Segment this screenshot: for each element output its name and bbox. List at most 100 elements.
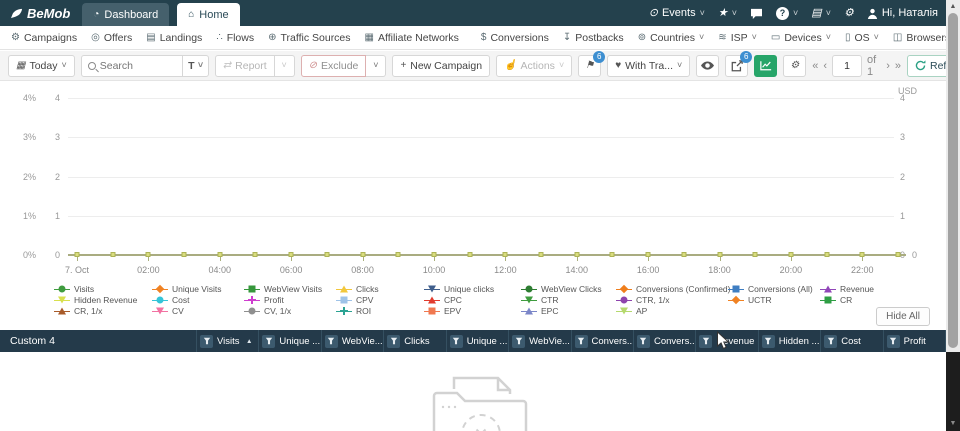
scroll-down-arrow[interactable]: ▼ [946,417,960,429]
bemob-logo[interactable]: BeMob [0,0,82,26]
legend-item[interactable]: Unique clicks [424,284,521,294]
legend-item[interactable]: WebView Clicks [521,284,616,294]
nav-item-campaigns[interactable]: ⚙Campaigns [4,30,84,46]
column-header-cost[interactable]: Cost [821,330,883,352]
group-column-header[interactable]: Custom 4 [0,330,197,352]
date-range-button[interactable]: ▦ Today ˅ [8,55,75,77]
prev-page-button[interactable]: ‹ [823,60,827,72]
actions-button[interactable]: ☝ Actions ˅ [496,55,572,77]
column-header-webview-visits[interactable]: WebVie... [322,330,384,352]
help-menu[interactable]: ? ˅ [776,7,798,20]
filter-funnel-icon[interactable] [200,335,213,348]
nav-item-flows[interactable]: ∴Flows [209,30,261,46]
legend-item[interactable]: EPV [424,306,521,316]
filter-funnel-icon[interactable] [512,335,525,348]
events-menu[interactable]: ⊙ Events ˅ [649,7,705,19]
nav-item-traffic-sources[interactable]: ⊕Traffic Sources [261,30,357,46]
settings-button[interactable]: ⚙ [844,8,854,19]
legend-item[interactable]: Revenue [820,284,940,294]
chat-button[interactable] [750,8,763,19]
column-header-unique-visits[interactable]: Unique ... [259,330,321,352]
tab-dashboard[interactable]: ◔ Dashboard [82,3,169,26]
hide-all-button[interactable]: Hide All [876,307,930,326]
column-header-conversions-confirmed[interactable]: Convers... [572,330,634,352]
filter-funnel-icon[interactable] [824,335,837,348]
exclude-icon: ⊘ [309,61,317,71]
nav-item-conversions[interactable]: $Conversions [474,30,556,46]
nav-item-affiliate-networks[interactable]: ▦Affiliate Networks [358,30,466,46]
scrollbar-thumb[interactable] [948,13,958,348]
legend-item[interactable]: Profit [244,295,336,305]
column-header-clicks[interactable]: Clicks [384,330,446,352]
legend-item[interactable]: CR [820,295,940,305]
search-input[interactable] [96,60,182,72]
filter-funnel-icon[interactable] [887,335,900,348]
flag-filter-button[interactable]: ⚑ 6 [578,55,601,77]
legend-item[interactable]: EPC [521,306,616,316]
traffic-filter-dropdown[interactable]: ♥ With Tra... ˅ [607,55,690,77]
chart-toggle-button[interactable] [754,55,777,77]
legend-item[interactable]: ROI [336,306,424,316]
legend-item[interactable]: Unique Visits [152,284,244,294]
page-number-input[interactable] [832,55,862,77]
legend-item[interactable]: CPV [336,295,424,305]
column-header-hidden-revenue[interactable]: Hidden ... [759,330,821,352]
filter-funnel-icon[interactable] [637,335,650,348]
report-dropdown-button[interactable]: ˅ [275,55,295,77]
billing-menu[interactable]: ▤ ˅ [811,8,831,19]
legend-item[interactable]: Visits [54,284,152,294]
nav-item-landings[interactable]: ▤Landings [139,30,209,46]
scroll-up-arrow[interactable]: ▲ [946,0,960,12]
user-menu[interactable]: Hi, Наталія [867,7,938,19]
column-header-profit[interactable]: Profit [884,330,946,352]
nav-item-os[interactable]: ▯OS˅ [838,30,886,46]
new-campaign-button[interactable]: + New Campaign [392,55,490,77]
columns-visibility-button[interactable] [696,55,719,77]
last-page-button[interactable]: » [895,60,901,72]
nav-item-postbacks[interactable]: ↧Postbacks [556,30,631,46]
legend-item[interactable]: AP [616,306,728,316]
filter-funnel-icon[interactable] [575,335,588,348]
filter-funnel-icon[interactable] [762,335,775,348]
first-page-button[interactable]: « [812,60,818,72]
legend-item[interactable]: CV [152,306,244,316]
table-settings-button[interactable]: ⚙ [783,55,806,77]
landings-icon: ▤ [146,33,155,43]
legend-item[interactable]: UCTR [728,295,820,305]
nav-item-isp[interactable]: ≋ISP˅ [711,30,764,46]
exclude-dropdown-button[interactable]: ˅ [366,55,386,77]
search-type-dropdown[interactable]: T ˅ [182,56,208,76]
column-header-revenue[interactable]: Revenue▲ [696,330,758,352]
column-header-webview-clicks[interactable]: WebVie... [509,330,571,352]
report-label: Report [235,60,267,72]
legend-item[interactable]: Conversions (All) [728,284,820,294]
filter-funnel-icon[interactable] [325,335,338,348]
exclude-button[interactable]: ⊘ Exclude [301,55,367,77]
legend-item[interactable]: Conversions (Confirmed) [616,284,728,294]
nav-item-offers[interactable]: ◎Offers [84,30,139,46]
legend-item[interactable]: CR, 1/x [54,306,152,316]
tab-home[interactable]: ⌂ Home [177,3,239,26]
legend-item[interactable]: CV, 1/x [244,306,336,316]
legend-item[interactable]: Hidden Revenue [54,295,152,305]
favorites-menu[interactable]: ★ ˅ [718,8,737,19]
nav-item-browsers[interactable]: ◫Browsers˅ [886,30,946,46]
next-page-button[interactable]: › [886,60,890,72]
legend-item[interactable]: CTR, 1/x [616,295,728,305]
column-header-unique-clicks[interactable]: Unique ... [447,330,509,352]
nav-item-countries[interactable]: ⊚Countries˅ [631,30,712,46]
report-button[interactable]: ⇄ Report [215,55,275,77]
legend-item[interactable]: WebView Visits [244,284,336,294]
filter-funnel-icon[interactable] [262,335,275,348]
legend-item[interactable]: Clicks [336,284,424,294]
legend-item[interactable]: CTR [521,295,616,305]
legend-item[interactable]: Cost [152,295,244,305]
column-header-visits[interactable]: Visits▲ [197,330,259,352]
filter-funnel-icon[interactable] [450,335,463,348]
filter-funnel-icon[interactable] [699,335,712,348]
column-header-conversions-all[interactable]: Convers... [634,330,696,352]
nav-item-devices[interactable]: ▭Devices˅ [764,30,838,46]
share-button[interactable]: 6 [725,55,748,77]
legend-item[interactable]: CPC [424,295,521,305]
filter-funnel-icon[interactable] [387,335,400,348]
